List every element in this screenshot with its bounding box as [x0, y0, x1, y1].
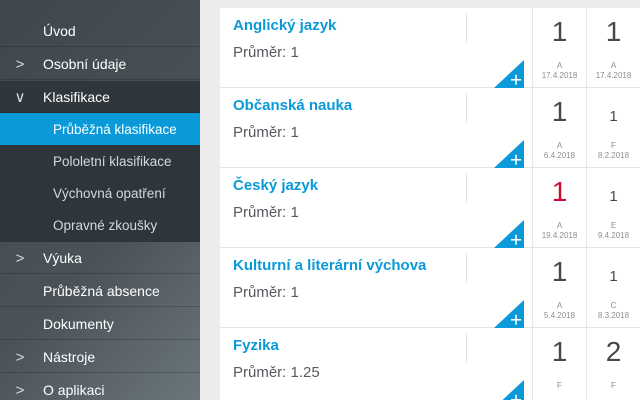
subject-card: Fyzika Průměr: 1.25 1 F 2 F	[220, 328, 640, 400]
grade-cell[interactable]: 1 C 8.3.2018	[586, 248, 640, 328]
sidebar-item-label: Úvod	[43, 22, 76, 39]
sidebar-item-label: Průběžná klasifikace	[53, 121, 177, 137]
grade-value: 1	[609, 268, 618, 285]
subject-name[interactable]: Kulturní a literární výchova	[233, 257, 426, 274]
chevron-right-icon: >	[15, 348, 25, 366]
corner-triangle	[494, 300, 524, 328]
corner-triangle	[494, 140, 524, 168]
subject-card: Český jazyk Průměr: 1 1 A 19.4.2018 1 E …	[220, 168, 640, 248]
chevron-right-icon: >	[15, 55, 25, 73]
subject-name[interactable]: Občanská nauka	[233, 97, 352, 114]
sidebar-item-label: Pololetní klasifikace	[53, 153, 172, 169]
grade-cell[interactable]: 1 A 17.4.2018	[586, 8, 640, 88]
grade-date: 8.3.2018	[597, 311, 630, 320]
grade-value: 1	[609, 188, 618, 205]
subject-average: Průměr: 1.25	[233, 364, 320, 381]
subject-average: Průměr: 1	[233, 44, 299, 61]
add-grade-button[interactable]	[494, 380, 524, 400]
grade-value: 1	[551, 176, 568, 207]
grade-value: 2	[605, 336, 622, 367]
sidebar-item-prubezna-absence[interactable]: Průběžná absence	[0, 275, 200, 307]
grade-weight: C	[610, 301, 617, 310]
grade-cell[interactable]: 1 F	[532, 328, 586, 400]
sidebar-item-uvod[interactable]: Úvod	[0, 15, 200, 47]
sidebar-item-pololetni-klasifikace[interactable]: Pololetní klasifikace	[0, 145, 200, 177]
sidebar-item-label: O aplikaci	[43, 381, 105, 398]
sidebar-item-label: Dokumenty	[43, 315, 114, 332]
corner-triangle	[494, 220, 524, 248]
grade-weight: F	[611, 381, 616, 390]
grade-date: 5.4.2018	[543, 311, 576, 320]
chevron-down-icon: ∨	[14, 89, 26, 106]
grade-date: 17.4.2018	[541, 71, 578, 80]
grade-date: 8.2.2018	[597, 151, 630, 160]
add-grade-button[interactable]	[494, 140, 524, 168]
subject-average: Průměr: 1	[233, 284, 299, 301]
grades-list: Anglický jazyk Průměr: 1 1 A 17.4.2018 1…	[200, 0, 640, 400]
sidebar-item-label: Klasifikace	[43, 88, 110, 105]
grade-weight: F	[557, 381, 562, 390]
sidebar-item-dokumenty[interactable]: Dokumenty	[0, 308, 200, 340]
subject-card: Anglický jazyk Průměr: 1 1 A 17.4.2018 1…	[220, 8, 640, 88]
grade-weight: A	[610, 61, 617, 70]
grade-date: 9.4.2018	[597, 231, 630, 240]
grade-cell[interactable]: 1 A 19.4.2018	[532, 168, 586, 248]
grade-value: 1	[551, 16, 568, 47]
sidebar: Úvod > Osobní údaje ∨ Klasifikace Průběž…	[0, 0, 200, 400]
grade-weight: A	[556, 221, 563, 230]
subject-card: Občanská nauka Průměr: 1 1 A 6.4.2018 1 …	[220, 88, 640, 168]
divider	[466, 14, 467, 42]
grade-cell[interactable]: 1 A 6.4.2018	[532, 88, 586, 168]
grade-value: 1	[605, 16, 622, 47]
grade-cell[interactable]: 1 A 5.4.2018	[532, 248, 586, 328]
grade-value: 1	[609, 108, 618, 125]
sidebar-item-o-aplikaci[interactable]: > O aplikaci	[0, 374, 200, 400]
grade-cell[interactable]: 1 F 8.2.2018	[586, 88, 640, 168]
grade-date: 17.4.2018	[595, 71, 632, 80]
add-grade-button[interactable]	[494, 220, 524, 248]
sidebar-item-opravne-zkousky[interactable]: Opravné zkoušky	[0, 209, 200, 242]
add-grade-button[interactable]	[494, 300, 524, 328]
sidebar-item-vyuka[interactable]: > Výuka	[0, 242, 200, 274]
divider	[466, 174, 467, 202]
subject-name[interactable]: Anglický jazyk	[233, 17, 336, 34]
grade-date: 6.4.2018	[543, 151, 576, 160]
sidebar-item-label: Výchovná opatření	[53, 185, 166, 201]
sidebar-item-label: Nástroje	[43, 348, 96, 365]
corner-triangle	[502, 380, 524, 400]
sidebar-item-label: Osobní údaje	[43, 55, 127, 72]
grade-cell[interactable]: 1 E 9.4.2018	[586, 168, 640, 248]
subject-name[interactable]: Fyzika	[233, 337, 279, 354]
sidebar-item-label: Opravné zkoušky	[53, 218, 158, 233]
grade-value: 1	[551, 336, 568, 367]
grade-value: 1	[551, 256, 568, 287]
divider	[466, 94, 467, 122]
sidebar-item-osobni-udaje[interactable]: > Osobní údaje	[0, 48, 200, 80]
grade-cell[interactable]: 1 A 17.4.2018	[532, 8, 586, 88]
sidebar-item-prubezna-klasifikace[interactable]: Průběžná klasifikace	[0, 113, 200, 145]
sidebar-item-label: Výuka	[43, 249, 82, 266]
chevron-right-icon: >	[15, 381, 25, 399]
grade-value: 1	[551, 96, 568, 127]
sidebar-item-label: Průběžná absence	[43, 282, 160, 299]
add-grade-button[interactable]	[494, 60, 524, 88]
grade-weight: A	[556, 301, 563, 310]
divider	[466, 334, 467, 362]
grade-weight: F	[611, 141, 616, 150]
grade-weight: E	[610, 221, 617, 230]
corner-triangle	[494, 60, 524, 88]
sidebar-item-klasifikace[interactable]: ∨ Klasifikace	[0, 81, 200, 113]
subject-average: Průměr: 1	[233, 204, 299, 221]
grade-date: 19.4.2018	[541, 231, 578, 240]
subject-average: Průměr: 1	[233, 124, 299, 141]
divider	[466, 254, 467, 282]
grade-cell[interactable]: 2 F	[586, 328, 640, 400]
sidebar-item-nastroje[interactable]: > Nástroje	[0, 341, 200, 373]
grade-weight: A	[556, 141, 563, 150]
sidebar-item-vychovna-opatreni[interactable]: Výchovná opatření	[0, 177, 200, 209]
subject-name[interactable]: Český jazyk	[233, 177, 318, 194]
chevron-right-icon: >	[15, 249, 25, 267]
subject-card: Kulturní a literární výchova Průměr: 1 1…	[220, 248, 640, 328]
grade-weight: A	[556, 61, 563, 70]
